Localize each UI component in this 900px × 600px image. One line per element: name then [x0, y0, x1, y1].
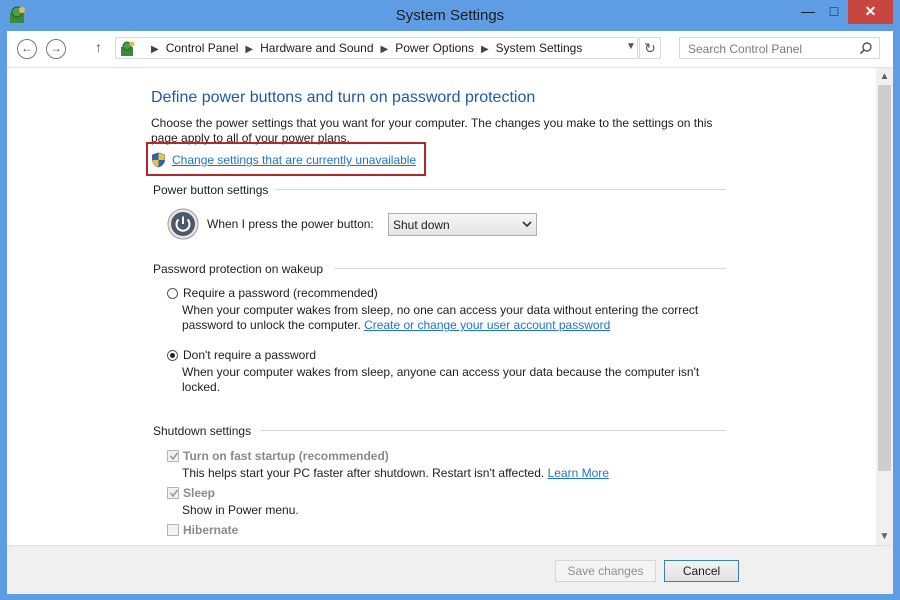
sleep-label: Sleep [183, 486, 216, 500]
power-button-action-value: Shut down [393, 218, 450, 232]
chevron-right-icon: ▶ [151, 44, 159, 55]
search-placeholder: Search Control Panel [688, 42, 803, 56]
search-input[interactable]: Search Control Panel [679, 37, 880, 59]
power-icon [167, 208, 199, 240]
breadcrumb: ▶ Control Panel ▶ Hardware and Sound ▶ Power … [144, 41, 582, 55]
maximize-button[interactable]: □ [821, 0, 847, 24]
radio-selected-dot [170, 353, 175, 358]
power-button-settings-heading: Power button settings [153, 183, 269, 197]
breadcrumb-system-settings[interactable]: System Settings [496, 41, 583, 55]
change-settings-link[interactable]: Change settings that are currently unava… [172, 153, 416, 167]
divider [335, 268, 726, 269]
forward-button[interactable]: → [46, 39, 66, 59]
sleep-checkbox[interactable] [167, 487, 179, 499]
scroll-down-button[interactable]: ▼ [876, 528, 893, 545]
cancel-button[interactable]: Cancel [664, 560, 739, 582]
dont-require-password-description: When your computer wakes from sleep, any… [182, 365, 700, 394]
breadcrumb-hardware-and-sound[interactable]: Hardware and Sound [260, 41, 373, 55]
title-bar: System Settings — □ ✕ [0, 0, 900, 31]
control-panel-icon [121, 41, 135, 56]
scrollbar-thumb[interactable] [878, 85, 891, 471]
client-area: ← → ↑ ▶ Control Panel ▶ Hardware and Sound ▶… [7, 31, 893, 594]
chevron-down-icon [522, 221, 532, 228]
checkmark-icon [169, 452, 179, 461]
fast-startup-label: Turn on fast startup (recommended) [183, 449, 389, 463]
window-title: System Settings [395, 7, 505, 24]
fast-startup-checkbox[interactable] [167, 450, 179, 462]
breadcrumb-power-options[interactable]: Power Options [395, 41, 474, 55]
divider [260, 430, 726, 431]
settings-content: Define power buttons and turn on passwor… [7, 68, 875, 545]
checkmark-icon [169, 489, 179, 498]
address-bar[interactable]: ▶ Control Panel ▶ Hardware and Sound ▶ Power … [115, 37, 638, 59]
create-password-link[interactable]: Create or change your user account passw… [364, 318, 610, 332]
scroll-up-button[interactable]: ▲ [876, 68, 893, 85]
minimize-button[interactable]: — [795, 0, 821, 24]
sleep-description: Show in Power menu. [182, 503, 299, 517]
chevron-right-icon[interactable]: ▶ [245, 44, 253, 55]
uac-shield-icon [152, 152, 165, 168]
shutdown-settings-heading: Shutdown settings [153, 424, 252, 438]
dont-require-password-radio[interactable] [167, 350, 178, 361]
fast-startup-text: This helps start your PC faster after sh… [182, 466, 545, 480]
require-password-radio[interactable] [167, 288, 178, 299]
save-changes-button[interactable]: Save changes [555, 560, 656, 582]
back-button[interactable]: ← [17, 39, 37, 59]
search-icon[interactable] [859, 41, 873, 55]
hibernate-label: Hibernate [183, 523, 239, 537]
window: System Settings — □ ✕ ← → ↑ ▶ Control Pan… [0, 0, 900, 600]
require-password-description: When your computer wakes from sleep, no … [182, 303, 712, 333]
fast-startup-description: This helps start your PC faster after sh… [182, 466, 712, 481]
chevron-right-icon[interactable]: ▶ [381, 44, 389, 55]
power-button-action-label: When I press the power button: [207, 217, 374, 231]
chevron-down-icon[interactable]: ▼ [626, 41, 636, 52]
close-button[interactable]: ✕ [848, 0, 893, 24]
page-title: Define power buttons and turn on passwor… [151, 89, 536, 106]
hibernate-checkbox[interactable] [167, 524, 179, 536]
divider [275, 189, 726, 190]
vertical-scrollbar[interactable]: ▲ ▼ [876, 68, 893, 545]
navigation-bar: ← → ↑ ▶ Control Panel ▶ Hardware and Sound ▶… [7, 31, 893, 68]
dialog-footer: Save changes Cancel [7, 545, 893, 594]
refresh-button[interactable]: ↻ [639, 37, 661, 59]
power-button-action-select[interactable]: Shut down [388, 213, 537, 236]
up-button[interactable]: ↑ [95, 39, 102, 55]
require-password-label[interactable]: Require a password (recommended) [183, 286, 378, 300]
chevron-right-icon[interactable]: ▶ [481, 44, 489, 55]
learn-more-link[interactable]: Learn More [548, 466, 609, 480]
password-protection-heading: Password protection on wakeup [153, 262, 324, 276]
dont-require-password-label[interactable]: Don't require a password [183, 348, 316, 362]
breadcrumb-control-panel[interactable]: Control Panel [166, 41, 239, 55]
